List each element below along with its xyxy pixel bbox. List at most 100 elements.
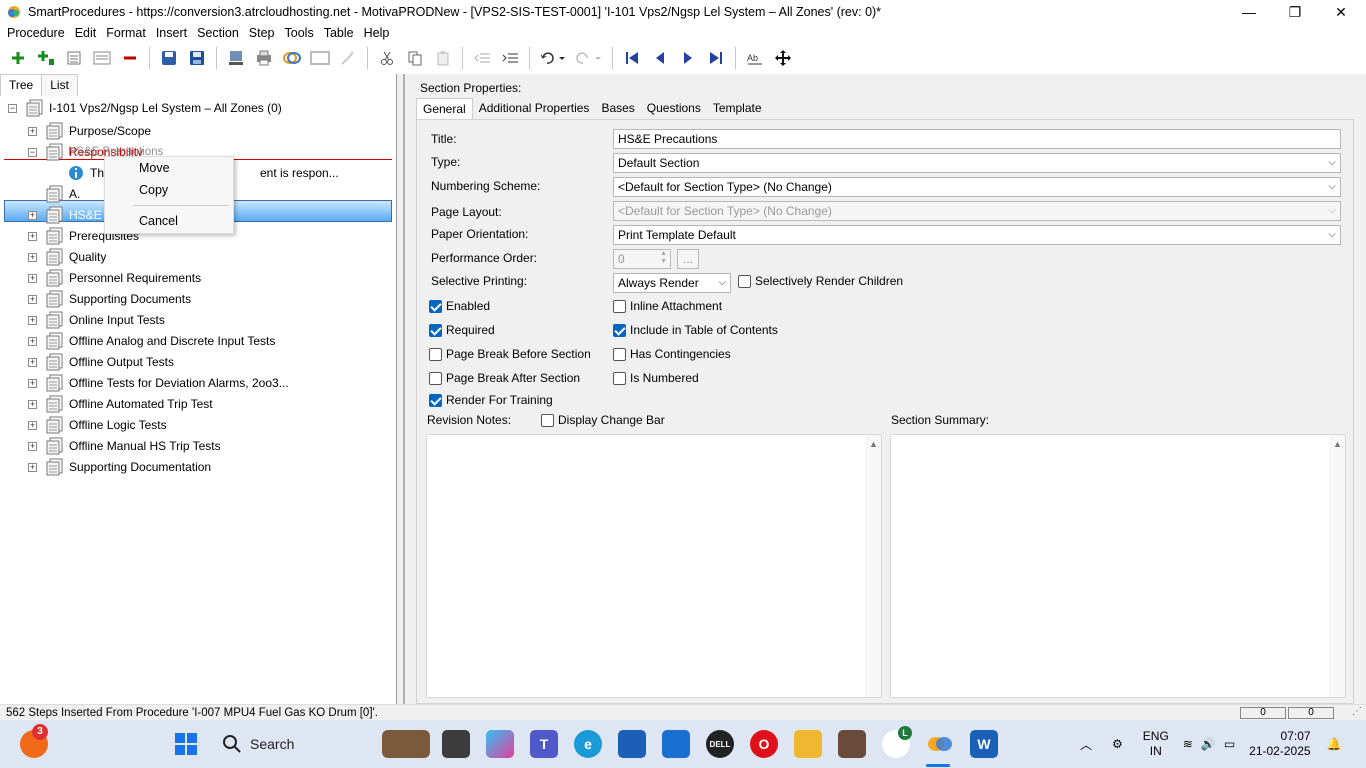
expand-icon[interactable]: + bbox=[28, 441, 37, 451]
enabled-checkbox[interactable] bbox=[429, 300, 442, 313]
tree-node[interactable]: + HS&E P bbox=[28, 205, 113, 225]
paper-orientation-select[interactable]: Print Template Default ⌵ bbox=[613, 225, 1341, 245]
tree-node[interactable]: + Offline Output Tests bbox=[28, 352, 174, 372]
tab-template[interactable]: Template bbox=[707, 98, 768, 120]
pane-splitter[interactable] bbox=[400, 74, 408, 704]
tree-root[interactable]: − I-101 Vps2/Ngsp Lel System – All Zones… bbox=[8, 98, 282, 118]
menu-step[interactable]: Step bbox=[244, 26, 280, 40]
resize-grip-icon[interactable]: ⋰ bbox=[1336, 707, 1362, 719]
tree-node[interactable]: + Quality bbox=[28, 247, 106, 267]
publish-button[interactable] bbox=[225, 47, 247, 69]
revision-notes-scrollbar[interactable]: ▲ bbox=[865, 435, 881, 697]
expand-icon[interactable]: + bbox=[28, 336, 37, 346]
delete-button[interactable] bbox=[119, 47, 141, 69]
scroll-up-icon[interactable]: ▲ bbox=[869, 439, 878, 449]
tree-node[interactable]: A. bbox=[28, 184, 80, 204]
save-to-server-button[interactable] bbox=[158, 47, 180, 69]
tree-node[interactable]: + Purpose/Scope bbox=[28, 121, 151, 141]
expand-icon[interactable]: + bbox=[28, 315, 37, 325]
tree-node[interactable]: + Offline Tests for Deviation Alarms, 2oo… bbox=[28, 373, 289, 393]
smartprocedures-taskbar-icon[interactable] bbox=[926, 730, 954, 758]
menu-table[interactable]: Table bbox=[319, 26, 359, 40]
first-button[interactable] bbox=[621, 47, 643, 69]
expand-icon[interactable]: + bbox=[28, 462, 37, 472]
outdent-button[interactable] bbox=[471, 47, 493, 69]
indent-button[interactable] bbox=[499, 47, 521, 69]
attachment-button[interactable] bbox=[309, 47, 331, 69]
news-widget-icon[interactable]: 3 bbox=[20, 724, 48, 758]
links-button[interactable] bbox=[281, 47, 303, 69]
power-automate-icon[interactable] bbox=[662, 730, 690, 758]
move-button[interactable] bbox=[772, 47, 794, 69]
wifi-icon[interactable]: ≋ bbox=[1183, 737, 1193, 751]
next-button[interactable] bbox=[677, 47, 699, 69]
page-break-before-checkbox[interactable] bbox=[429, 348, 442, 361]
taskbar-search[interactable]: Search bbox=[212, 728, 432, 760]
tree-node[interactable]: + Personnel Requirements bbox=[28, 268, 201, 288]
selective-printing-select[interactable]: Always Render ⌵ bbox=[613, 273, 731, 293]
notifications-icon[interactable]: 🔔 bbox=[1327, 737, 1342, 751]
cut-button[interactable] bbox=[376, 47, 398, 69]
copy-menu-item[interactable]: Copy bbox=[139, 183, 168, 197]
revision-notes-editor[interactable]: ▲ bbox=[426, 434, 882, 698]
chrome-icon[interactable]: L bbox=[882, 726, 912, 758]
save-button[interactable] bbox=[186, 47, 208, 69]
tree-node[interactable]: + Offline Logic Tests bbox=[28, 415, 167, 435]
has-contingencies-checkbox[interactable] bbox=[613, 348, 626, 361]
expand-icon[interactable]: + bbox=[28, 126, 37, 136]
app-icon[interactable] bbox=[838, 730, 866, 758]
menu-help[interactable]: Help bbox=[359, 26, 395, 40]
move-menu-item[interactable]: Move bbox=[139, 161, 170, 175]
start-button[interactable] bbox=[172, 730, 200, 758]
expand-icon[interactable]: + bbox=[28, 420, 37, 430]
chevron-up-icon[interactable]: ︿ bbox=[1080, 736, 1092, 753]
undo-button[interactable] bbox=[538, 47, 568, 69]
selectively-render-children-checkbox[interactable] bbox=[738, 275, 751, 288]
print-button[interactable] bbox=[253, 47, 275, 69]
is-numbered-checkbox[interactable] bbox=[613, 372, 626, 385]
performance-order-browse[interactable]: ... bbox=[677, 249, 699, 269]
expand-icon[interactable]: + bbox=[28, 252, 37, 262]
tab-list[interactable]: List bbox=[41, 74, 78, 96]
expand-icon[interactable]: + bbox=[28, 210, 37, 220]
expand-icon[interactable]: + bbox=[28, 357, 37, 367]
page-break-after-checkbox[interactable] bbox=[429, 372, 442, 385]
opera-icon[interactable]: O bbox=[750, 730, 778, 758]
tree-node[interactable]: + Offline Analog and Discrete Input Tests bbox=[28, 331, 275, 351]
menu-format[interactable]: Format bbox=[101, 26, 151, 40]
scroll-up-icon[interactable]: ▲ bbox=[1333, 439, 1342, 449]
inline-attachment-checkbox[interactable] bbox=[613, 300, 626, 313]
tree-node[interactable]: + Offline Automated Trip Test bbox=[28, 394, 213, 414]
tree-node[interactable]: + Supporting Documentation bbox=[28, 457, 211, 477]
menu-edit[interactable]: Edit bbox=[70, 26, 102, 40]
section-summary-scrollbar[interactable]: ▲ bbox=[1329, 435, 1345, 697]
include-toc-checkbox[interactable] bbox=[613, 324, 626, 337]
task-view-icon[interactable] bbox=[442, 730, 470, 758]
tab-general[interactable]: General bbox=[416, 98, 473, 120]
file-explorer-icon[interactable] bbox=[794, 730, 822, 758]
last-button[interactable] bbox=[705, 47, 727, 69]
menu-insert[interactable]: Insert bbox=[151, 26, 192, 40]
volume-icon[interactable]: 🔊 bbox=[1201, 737, 1216, 751]
indent-list-button[interactable] bbox=[63, 47, 85, 69]
display-change-bar-checkbox[interactable] bbox=[541, 414, 554, 427]
collapse-icon[interactable]: − bbox=[28, 147, 37, 157]
expand-icon[interactable]: + bbox=[28, 399, 37, 409]
store-icon[interactable] bbox=[618, 730, 646, 758]
cancel-menu-item[interactable]: Cancel bbox=[139, 214, 178, 228]
tree-node[interactable]: + Online Input Tests bbox=[28, 310, 165, 330]
expand-icon[interactable]: + bbox=[28, 231, 37, 241]
expand-icon[interactable]: + bbox=[28, 294, 37, 304]
properties-button[interactable] bbox=[91, 47, 113, 69]
numbering-select[interactable]: <Default for Section Type> (No Change) ⌵ bbox=[613, 177, 1341, 197]
performance-order-spinner[interactable]: 0 ▲ ▼ bbox=[613, 249, 671, 269]
redo-button[interactable] bbox=[574, 47, 604, 69]
word-icon[interactable]: W bbox=[970, 730, 998, 758]
menu-tools[interactable]: Tools bbox=[280, 26, 319, 40]
tree-node[interactable]: + Supporting Documents bbox=[28, 289, 191, 309]
section-summary-editor[interactable]: ▲ bbox=[890, 434, 1346, 698]
title-input[interactable]: HS&E Precautions bbox=[613, 129, 1341, 149]
clock[interactable]: 07:07 21-02-2025 bbox=[1249, 729, 1310, 759]
menu-section[interactable]: Section bbox=[192, 26, 244, 40]
tab-bases[interactable]: Bases bbox=[595, 98, 640, 120]
